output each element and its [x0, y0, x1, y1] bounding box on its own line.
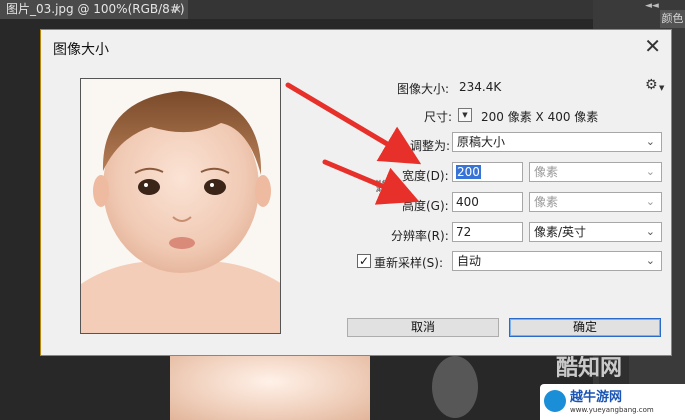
- resolution-label: 分辨率(R):: [391, 229, 449, 243]
- gear-icon[interactable]: ⚙: [645, 77, 658, 93]
- watermark-logo-icon: [432, 356, 478, 418]
- resample-select[interactable]: 自动 ⌄: [452, 251, 662, 271]
- height-unit-value: 像素: [534, 195, 559, 209]
- tab-bar-strip: [188, 0, 593, 19]
- ok-button[interactable]: 确定: [509, 318, 661, 337]
- dimensions-label: 尺寸:: [424, 110, 453, 124]
- fit-to-label: 调整为:: [410, 139, 451, 153]
- resolution-unit-value: 像素/英寸: [534, 225, 587, 239]
- badge-url: www.yueyangbang.com: [570, 406, 654, 414]
- fit-to-value: 原稿大小: [457, 135, 506, 149]
- canvas-photo: [170, 356, 370, 420]
- image-size-label: 图像大小:: [397, 82, 450, 96]
- close-icon[interactable]: ✕: [644, 34, 661, 58]
- image-size-value: 234.4K: [459, 80, 502, 94]
- resample-value: 自动: [457, 254, 482, 268]
- width-unit-select[interactable]: 像素 ⌄: [529, 162, 662, 182]
- width-unit-value: 像素: [534, 165, 559, 179]
- image-size-dialog: 图像大小 ✕ 图像大小: 234.4K ⚙ ▼ 尺寸: ▼ 200 像素 X 4…: [40, 29, 672, 356]
- chevron-down-icon: ⌄: [645, 254, 655, 267]
- collapse-panels-icon[interactable]: ◄◄: [645, 1, 659, 11]
- chevron-down-icon: ⌄: [645, 195, 655, 208]
- resample-checkbox[interactable]: ✓: [357, 254, 371, 268]
- width-label: 宽度(D):: [402, 169, 449, 183]
- cancel-button[interactable]: 取消: [347, 318, 499, 337]
- badge-title: 越牛游网: [570, 390, 623, 405]
- dialog-title: 图像大小: [53, 42, 109, 58]
- width-input[interactable]: 200: [452, 162, 523, 182]
- resample-label: 重新采样(S):: [374, 256, 444, 270]
- tab-color[interactable]: 颜色: [660, 10, 685, 28]
- chevron-down-icon: ⌄: [645, 135, 655, 148]
- document-tab-title: 图片_03.jpg @ 100%(RGB/8#) *: [6, 2, 188, 16]
- document-tab[interactable]: 图片_03.jpg @ 100%(RGB/8#) * ×: [0, 0, 188, 19]
- image-preview[interactable]: [80, 78, 281, 334]
- badge-logo-icon: [544, 390, 566, 412]
- close-icon[interactable]: ×: [172, 0, 182, 19]
- resolution-value: 72: [456, 225, 472, 239]
- resolution-input[interactable]: 72: [452, 222, 523, 242]
- height-label: 高度(G):: [402, 199, 449, 213]
- chevron-down-icon: ⌄: [645, 165, 655, 178]
- constrain-proportions-link-icon[interactable]: ⛓: [374, 179, 389, 195]
- width-value: 200: [456, 165, 481, 179]
- chevron-down-icon: ▼: [659, 84, 665, 92]
- chevron-down-icon: ⌄: [645, 225, 655, 238]
- baby-photo: [81, 79, 280, 333]
- height-unit-select[interactable]: 像素 ⌄: [529, 192, 662, 212]
- fit-to-select[interactable]: 原稿大小 ⌄: [452, 132, 662, 152]
- watermark-badge: 越牛游网 www.yueyangbang.com: [540, 384, 685, 420]
- dimensions-units-dropdown[interactable]: ▼: [458, 108, 472, 122]
- height-input[interactable]: 400: [452, 192, 523, 212]
- resolution-unit-select[interactable]: 像素/英寸 ⌄: [529, 222, 662, 242]
- height-value: 400: [456, 195, 479, 209]
- dimensions-value: 200 像素 X 400 像素: [481, 110, 599, 124]
